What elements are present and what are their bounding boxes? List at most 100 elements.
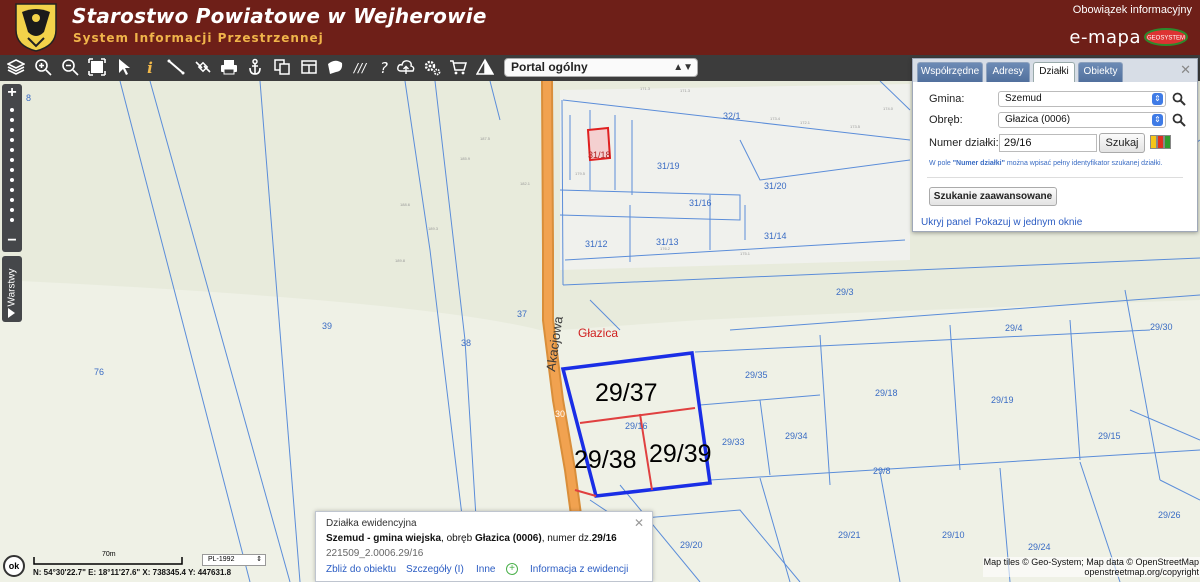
tab-adresy[interactable]: Adresy [986,62,1030,82]
ok-button[interactable]: ok [3,555,25,577]
zoom-level-dot[interactable] [10,198,14,202]
settings-icon[interactable] [422,58,442,78]
hatch-icon[interactable]: /// [350,58,370,78]
close-icon[interactable]: ✕ [1180,62,1191,78]
label-37: 37 [517,309,527,319]
show-in-one-window-link[interactable]: Pokazuj w jednym oknie [975,217,1082,228]
zoom-level-dot[interactable] [10,118,14,122]
parcel-info-popup: Działka ewidencyjna ✕ Szemud - gmina wie… [315,511,653,582]
details-link[interactable]: Szczegóły (I) [406,564,464,575]
app-subtitle: System Informacji Przestrzennej [73,31,324,45]
zoom-out-button[interactable]: − [2,232,22,250]
label-32-1: 32/1 [723,111,741,121]
label-38: 38 [461,338,471,348]
layers-icon[interactable] [6,58,26,78]
gmina-select[interactable]: Szemud ⇕ [998,91,1166,107]
label-31-16: 31/16 [689,198,712,208]
obreb-select[interactable]: Głazica (0006) ⇕ [998,112,1166,128]
divider [927,177,1183,178]
crs-select[interactable]: PL-1992 ⇕ [202,554,266,566]
numer-dzialki-input[interactable]: 29/16 [999,134,1097,152]
label-29-24: 29/24 [1028,542,1051,552]
color-swatch-yellow[interactable] [1150,135,1157,149]
zoom-out-icon[interactable] [60,58,80,78]
tab-obiekty[interactable]: Obiekty [1078,62,1123,82]
select-arrow-icon[interactable] [114,58,134,78]
layout-icon[interactable] [299,58,319,78]
label-29-33: 29/33 [722,437,745,447]
label-29-18: 29/18 [875,388,898,398]
select-arrows-icon: ⇕ [1152,114,1163,126]
copy-icon[interactable] [272,58,292,78]
zoom-level-dot[interactable] [10,208,14,212]
zoom-level-dot[interactable] [10,218,14,222]
gmina-label: Gmina: [929,93,965,105]
search-button[interactable]: Szukaj [1099,133,1145,153]
search-hint: W pole "Numer działki" można wpisać pełn… [929,160,1193,167]
attribution-link[interactable]: openstreetmap.org/copyright [984,567,1199,577]
label-31-13: 31/13 [656,237,679,247]
print-icon[interactable] [219,58,239,78]
other-link[interactable]: Inne [476,564,495,575]
app-title: Starostwo Powiatowe w Wejherowie [72,4,487,28]
zoom-level-dot[interactable] [10,178,14,182]
zoom-in-button[interactable]: + [2,84,22,102]
tab-dzialki[interactable]: Działki [1033,62,1075,82]
svg-text:179.5: 179.5 [575,171,586,176]
zoom-level-dot[interactable] [10,168,14,172]
advanced-search-button[interactable]: Szukanie zaawansowane [929,187,1057,206]
draw-shape-icon[interactable] [325,58,345,78]
zoom-level-dot[interactable] [10,188,14,192]
registry-info-link[interactable]: Informacja z ewidencji [530,564,628,575]
search-icon[interactable] [1172,113,1186,127]
label-29-35: 29/35 [745,370,768,380]
triangle-icon[interactable] [475,58,495,78]
label-29-26: 29/26 [1158,510,1181,520]
cart-icon[interactable] [448,58,468,78]
label-31-18: 31/18 [588,150,611,160]
svg-text:174.0: 174.0 [883,106,894,111]
measure-line-icon[interactable] [166,58,186,78]
plus-icon[interactable]: + [506,563,518,575]
portal-select-value: Portal ogólny [511,60,588,74]
zoom-level-dot[interactable] [10,128,14,132]
village-label: Głazica [578,326,618,340]
layers-panel-tab[interactable]: Warstwy [2,256,22,322]
big-label-29-39: 29/39 [649,440,712,468]
color-swatch-green[interactable] [1164,135,1171,149]
zoom-to-object-link[interactable]: Zbliż do obiektu [326,564,396,575]
popup-obreb-prefix: , obręb [441,533,475,544]
portal-select[interactable]: Portal ogólny ▲▼ [504,58,698,77]
zoom-level-dot[interactable] [10,148,14,152]
upload-cloud-icon[interactable] [396,58,416,78]
anchor-icon[interactable] [245,58,265,78]
link-icon[interactable] [193,58,213,78]
highlight-color-picker[interactable] [1150,135,1171,149]
select-arrows-icon: ⇕ [256,556,262,563]
svg-text:189.8: 189.8 [395,258,406,263]
emapa-text: e-mapa [1069,26,1141,48]
zoom-level-dot[interactable] [10,138,14,142]
help-icon[interactable]: ? [374,58,394,78]
tab-wspolrzedne[interactable]: Współrzędne [917,62,983,82]
zoom-level-dot[interactable] [10,108,14,112]
color-swatch-red[interactable] [1157,135,1164,149]
label-31-14: 31/14 [764,231,787,241]
scale-label: 70m [102,551,116,558]
label-29-3: 29/3 [836,287,854,297]
attribution-line-1: Map tiles © Geo-System; Map data © OpenS… [983,557,1199,567]
close-icon[interactable]: ✕ [634,516,644,530]
zoom-extent-icon[interactable] [87,58,107,78]
zoom-in-icon[interactable] [33,58,53,78]
info-icon[interactable]: i [140,58,160,78]
zoom-level-dot[interactable] [10,158,14,162]
obreb-label: Obręb: [929,114,963,126]
hide-panel-link[interactable]: Ukryj panel [921,217,971,228]
emapa-brand: e-mapa GEOSYSTEM [1069,24,1188,50]
information-obligation-link[interactable]: Obowiązek informacyjny [1073,4,1192,16]
label-30: 30 [555,409,565,419]
label-31-12: 31/12 [585,239,608,249]
label-31-19: 31/19 [657,161,680,171]
search-icon[interactable] [1172,92,1186,106]
select-arrows-icon: ▲▼ [673,62,693,73]
